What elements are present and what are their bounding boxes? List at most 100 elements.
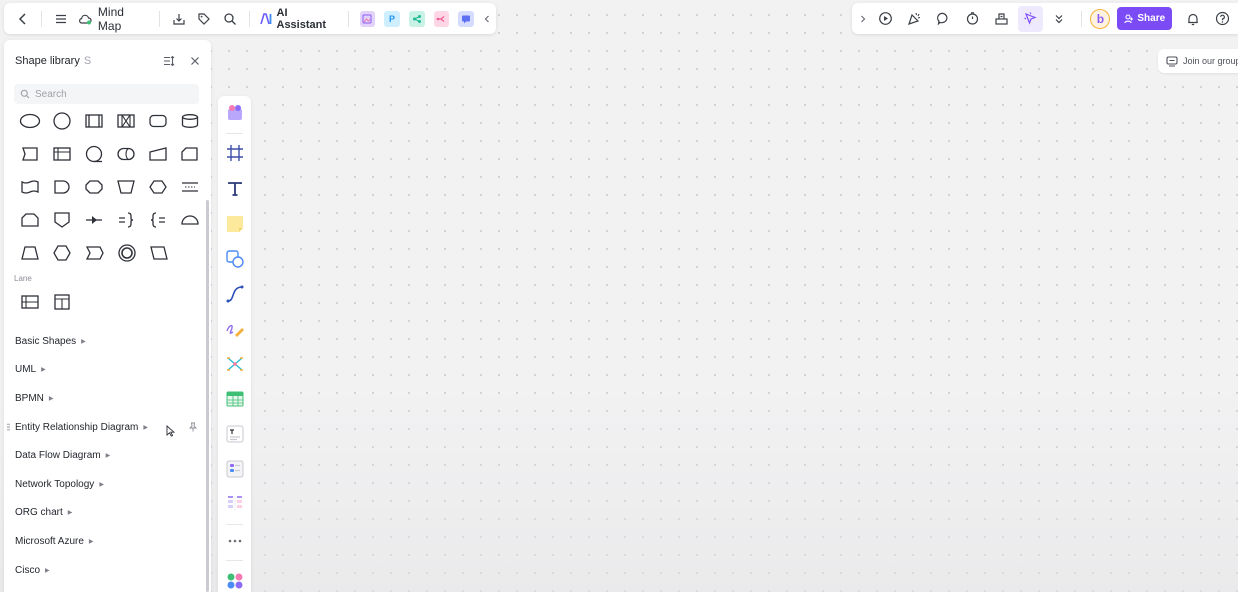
category-data-flow-diagram[interactable]: Data Flow Diagram ▶	[4, 441, 204, 470]
kanban-template-icon[interactable]	[222, 491, 248, 517]
expand-toolbar-icon[interactable]	[856, 6, 870, 32]
search-icon	[20, 89, 30, 99]
caret-right-icon: ▶	[105, 453, 111, 460]
annotation-right-brace-shape-icon[interactable]	[110, 206, 142, 234]
shape-row	[14, 236, 206, 269]
flow-arrow-shape-icon[interactable]	[78, 206, 110, 234]
hexagon-shape-icon[interactable]	[46, 239, 78, 267]
half-circle-shape-icon[interactable]	[174, 206, 206, 234]
card-list-template-icon[interactable]	[222, 456, 248, 482]
display-shape-icon[interactable]	[78, 173, 110, 201]
shape-tool-icon[interactable]	[222, 246, 248, 272]
annotation-left-brace-shape-icon[interactable]	[142, 206, 174, 234]
frame-tool-icon[interactable]	[222, 140, 248, 166]
category-uml[interactable]: UML ▶	[4, 356, 204, 385]
divider	[226, 560, 243, 561]
loop-limit-shape-icon[interactable]	[14, 206, 46, 234]
cursor-follow-icon[interactable]	[1017, 5, 1044, 32]
shortcut-hint: S	[83, 55, 92, 67]
join-group-label: Join our group	[1183, 56, 1238, 66]
panel-scrollbar[interactable]	[206, 200, 209, 592]
lane-section-label: Lane	[14, 274, 32, 283]
search-icon[interactable]	[217, 6, 242, 32]
preparation-shape-icon[interactable]	[142, 173, 174, 201]
parallelogram-shape-icon[interactable]	[143, 239, 175, 267]
caret-right-icon: ▶	[45, 567, 50, 574]
caret-right-icon: ▶	[81, 338, 86, 345]
join-group-button[interactable]: Join our group	[1158, 49, 1238, 73]
document-title[interactable]: Mind Map	[74, 5, 153, 33]
search-input[interactable]	[35, 88, 185, 100]
vote-icon[interactable]	[989, 6, 1015, 32]
mindmap-app-icon[interactable]	[433, 10, 450, 27]
trapezoid-shape-icon[interactable]	[14, 239, 46, 267]
collate-box-shape-icon[interactable]	[110, 107, 142, 135]
shape-library-panel: Shape library S Search Lane Basic Shapes…	[4, 40, 211, 592]
circle-shape-icon[interactable]	[46, 107, 78, 135]
text-tool-icon[interactable]	[222, 176, 248, 202]
more-tools-icon[interactable]	[222, 528, 248, 554]
shape-row	[14, 170, 206, 203]
category-microsoft-azure[interactable]: Microsoft Azure ▶	[4, 527, 204, 556]
presentation-app-letter: P	[389, 13, 396, 24]
more-chevrons-icon[interactable]	[1046, 6, 1072, 32]
divider	[248, 10, 250, 27]
horizontal-lane-shape-icon[interactable]	[14, 288, 46, 316]
category-cisco[interactable]: Cisco ▶	[4, 556, 204, 585]
ai-assistant-button[interactable]: AI Assistant	[256, 7, 343, 31]
internal-storage-shape-icon[interactable]	[46, 140, 78, 168]
manual-input-shape-icon[interactable]	[142, 140, 174, 168]
card-shape-icon[interactable]	[14, 140, 46, 168]
share-nodes-app-icon[interactable]	[408, 10, 425, 27]
caret-right-icon: ▶	[99, 481, 104, 488]
connector-line-tool-icon[interactable]	[222, 281, 248, 307]
comment-icon[interactable]	[931, 6, 957, 32]
table-tool-icon[interactable]	[222, 386, 248, 412]
drag-handle-icon[interactable]	[7, 422, 10, 431]
chat-app-icon[interactable]	[458, 10, 474, 27]
presentation-app-icon[interactable]: P	[384, 10, 400, 27]
manage-library-icon[interactable]	[162, 54, 176, 68]
step-shape-icon[interactable]	[79, 239, 111, 267]
notification-bell-icon[interactable]	[1180, 6, 1206, 32]
category-bpmn[interactable]: BPMN ▶	[4, 384, 204, 413]
ellipse-shape-icon[interactable]	[14, 107, 46, 135]
present-icon[interactable]	[873, 6, 899, 32]
off-page-connector-shape-icon[interactable]	[46, 206, 78, 234]
mind-map-tool-icon[interactable]	[222, 351, 248, 377]
apps-tool-icon[interactable]	[222, 568, 248, 592]
collapse-apps-icon[interactable]	[478, 6, 496, 32]
database-shape-icon[interactable]	[174, 107, 206, 135]
avatar[interactable]: b	[1090, 8, 1111, 29]
parallel-mode-shape-icon[interactable]	[174, 173, 206, 201]
share-button[interactable]: Share	[1117, 7, 1173, 30]
direct-data-shape-icon[interactable]	[110, 140, 142, 168]
pin-icon[interactable]	[188, 422, 198, 432]
category-label: BPMN	[15, 392, 44, 404]
pen-tool-icon[interactable]	[222, 316, 248, 342]
image-app-icon[interactable]	[359, 10, 376, 27]
sequential-storage-shape-icon[interactable]	[78, 140, 110, 168]
category-basic-shapes[interactable]: Basic Shapes ▶	[4, 327, 204, 356]
templates-tool-icon[interactable]	[222, 100, 248, 126]
menu-icon[interactable]	[48, 6, 73, 32]
manual-operation-shape-icon[interactable]	[110, 173, 142, 201]
celebrate-icon[interactable]	[902, 6, 928, 32]
close-icon[interactable]	[188, 54, 202, 68]
help-icon[interactable]	[1209, 6, 1235, 32]
timer-icon[interactable]	[960, 6, 986, 32]
sticky-note-tool-icon[interactable]	[222, 211, 248, 237]
category-org-chart[interactable]: ORG chart ▶	[4, 499, 204, 528]
category-network-topology[interactable]: Network Topology ▶	[4, 470, 204, 499]
rounded-rectangle-shape-icon[interactable]	[142, 107, 174, 135]
delay-shape-icon[interactable]	[46, 173, 78, 201]
tag-icon[interactable]	[192, 6, 217, 32]
predefined-process-shape-icon[interactable]	[78, 107, 110, 135]
double-circle-shape-icon[interactable]	[111, 239, 143, 267]
back-icon[interactable]	[10, 6, 35, 32]
paper-tape-shape-icon[interactable]	[14, 173, 46, 201]
download-icon[interactable]	[166, 6, 191, 32]
cut-corner-card-shape-icon[interactable]	[174, 140, 206, 168]
vertical-lane-shape-icon[interactable]	[46, 288, 78, 316]
text-box-template-icon[interactable]	[222, 421, 248, 447]
